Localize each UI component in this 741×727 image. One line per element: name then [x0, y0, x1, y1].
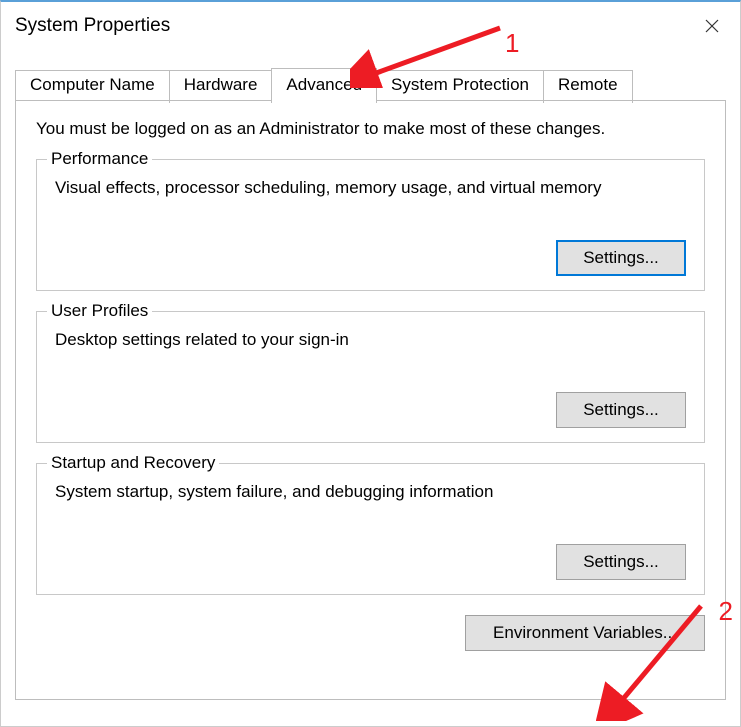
performance-settings-button[interactable]: Settings... — [556, 240, 686, 276]
tab-advanced[interactable]: Advanced — [271, 68, 377, 101]
startup-recovery-legend: Startup and Recovery — [47, 453, 219, 473]
performance-group: Performance Visual effects, processor sc… — [36, 159, 705, 291]
user-profiles-desc: Desktop settings related to your sign-in — [55, 330, 686, 350]
environment-variables-button[interactable]: Environment Variables... — [465, 615, 705, 651]
startup-recovery-group: Startup and Recovery System startup, sys… — [36, 463, 705, 595]
user-profiles-settings-button[interactable]: Settings... — [556, 392, 686, 428]
performance-desc: Visual effects, processor scheduling, me… — [55, 178, 686, 198]
tab-system-protection[interactable]: System Protection — [376, 70, 544, 103]
close-icon — [705, 19, 719, 33]
env-variables-row: Environment Variables... — [36, 615, 705, 651]
tab-remote[interactable]: Remote — [543, 70, 633, 103]
performance-legend: Performance — [47, 149, 152, 169]
performance-button-row: Settings... — [55, 240, 686, 276]
close-button[interactable] — [698, 12, 726, 40]
admin-info-text: You must be logged on as an Administrato… — [36, 119, 705, 139]
startup-recovery-desc: System startup, system failure, and debu… — [55, 482, 686, 502]
startup-recovery-settings-button[interactable]: Settings... — [556, 544, 686, 580]
advanced-panel: You must be logged on as an Administrato… — [15, 100, 726, 700]
system-properties-window: System Properties Computer Name Hardware… — [0, 0, 741, 727]
user-profiles-group: User Profiles Desktop settings related t… — [36, 311, 705, 443]
startup-recovery-button-row: Settings... — [55, 544, 686, 580]
window-title: System Properties — [15, 15, 170, 37]
tab-computer-name[interactable]: Computer Name — [15, 70, 170, 103]
user-profiles-legend: User Profiles — [47, 301, 152, 321]
user-profiles-button-row: Settings... — [55, 392, 686, 428]
annotation-label-1: 1 — [505, 28, 519, 59]
tab-hardware[interactable]: Hardware — [169, 70, 273, 103]
tab-strip: Computer Name Hardware Advanced System P… — [15, 68, 740, 101]
titlebar: System Properties — [1, 2, 740, 50]
annotation-label-2: 2 — [719, 596, 733, 627]
